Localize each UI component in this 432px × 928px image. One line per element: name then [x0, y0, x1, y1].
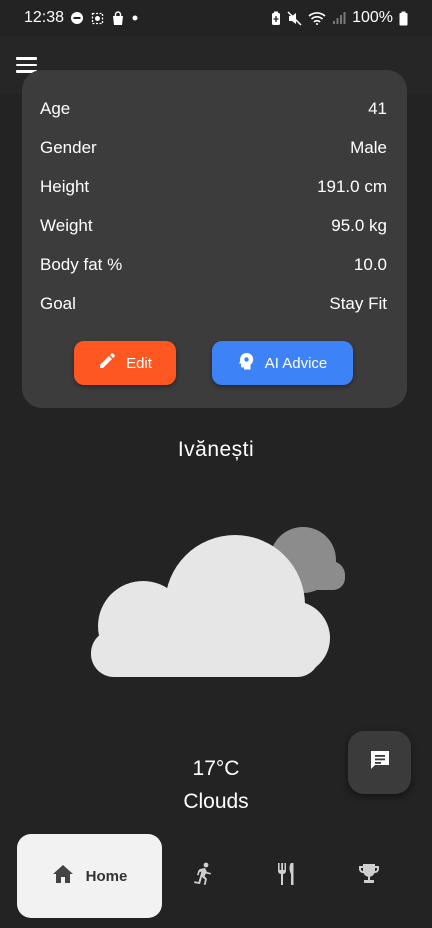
row-value: 95.0 kg: [331, 216, 387, 235]
mute-icon: [287, 10, 302, 26]
profile-row-body-fat: Body fat % 10.0: [40, 250, 387, 280]
shopping-bag-icon: [111, 10, 125, 26]
battery-percent: 100%: [352, 9, 393, 26]
profile-row-goal: Goal Stay Fit: [40, 289, 387, 319]
row-value: Stay Fit: [329, 294, 387, 313]
edit-button[interactable]: Edit: [74, 341, 176, 385]
row-value: 41: [368, 99, 387, 118]
status-right: 100%: [271, 9, 408, 27]
profile-row-height: Height 191.0 cm: [40, 172, 387, 202]
home-icon: [52, 864, 74, 888]
psychology-icon: [238, 352, 255, 374]
wifi-icon: [308, 11, 326, 25]
pencil-icon: [98, 352, 116, 374]
row-label: Weight: [40, 216, 93, 235]
profile-card: Age 41 Gender Male Height 191.0 cm Weigh…: [22, 70, 407, 408]
nav-achievements[interactable]: [329, 834, 409, 918]
nav-activity[interactable]: [163, 834, 243, 918]
chat-icon: [368, 748, 392, 777]
status-left: 12:38: [24, 9, 139, 27]
dot-icon: [131, 14, 139, 22]
row-label: Body fat %: [40, 255, 123, 274]
signal-icon: [332, 11, 346, 25]
ai-advice-label: AI Advice: [264, 354, 328, 372]
brightness-icon: [90, 11, 105, 26]
running-icon: [192, 862, 214, 891]
profile-row-weight: Weight 95.0 kg: [40, 211, 387, 241]
profile-row-gender: Gender Male: [40, 133, 387, 163]
battery-icon: [399, 11, 408, 26]
row-label: Height: [40, 177, 90, 196]
trophy-icon: [357, 863, 381, 890]
chat-fab-button[interactable]: [348, 731, 411, 794]
ai-advice-button[interactable]: AI Advice: [212, 341, 353, 385]
edit-label: Edit: [126, 354, 152, 372]
clock: 12:38: [24, 9, 65, 26]
row-value: Male: [350, 138, 387, 157]
row-label: Gender: [40, 138, 97, 157]
clouds-icon: [88, 520, 348, 685]
city-name: Ivănești: [177, 438, 255, 461]
row-label: Goal: [40, 294, 76, 313]
status-bar: 12:38 100%: [0, 0, 432, 36]
row-value: 10.0: [353, 255, 387, 274]
profile-row-age: Age 41: [40, 94, 387, 124]
nav-home-label: Home: [85, 867, 128, 885]
bottom-navigation: Home: [0, 824, 432, 928]
row-label: Age: [40, 99, 71, 118]
battery-saver-icon: [271, 11, 281, 26]
dnd-icon: [70, 11, 84, 25]
nav-nutrition[interactable]: [247, 834, 327, 918]
row-value: 191.0 cm: [317, 177, 387, 196]
restaurant-icon: [276, 862, 298, 891]
nav-home[interactable]: Home: [17, 834, 162, 918]
